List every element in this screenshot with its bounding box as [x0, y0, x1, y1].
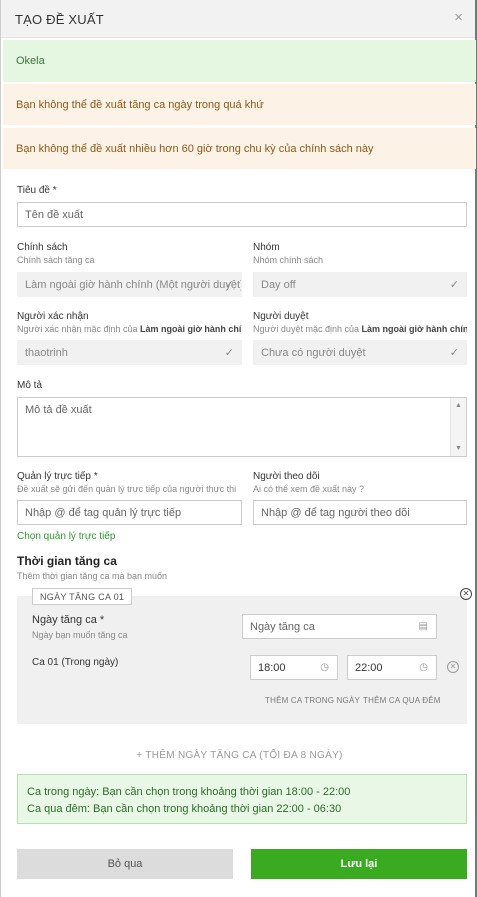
success-alert: Okela — [3, 40, 476, 82]
modal-title: TẠO ĐỀ XUẤT — [15, 12, 104, 27]
confirmer-label: Người xác nhận — [17, 311, 89, 322]
group-select[interactable]: Day off ✓ — [253, 272, 467, 297]
overtime-section-title: Thời gian tăng ca — [17, 554, 117, 568]
shift-end-value: 22:00 — [355, 662, 383, 674]
confirmer-select[interactable]: thaotrinh ✓ — [17, 340, 242, 365]
clock-icon: ◷ — [419, 662, 428, 673]
check-icon: ✓ — [224, 279, 234, 291]
title-placeholder: Tên đề xuất — [25, 209, 84, 221]
follower-input[interactable]: Nhập @ để tag người theo dõi — [253, 500, 467, 525]
title-input[interactable]: Tên đề xuất — [17, 202, 467, 227]
warning-alert-hours: Bạn không thể đề xuất nhiều hơn 60 giờ t… — [3, 128, 476, 169]
scroll-down-icon[interactable]: ▼ — [455, 445, 462, 452]
warning-alert-hours-text: Bạn không thể đề xuất nhiều hơn 60 giờ t… — [16, 142, 374, 155]
create-proposal-modal: TẠO ĐỀ XUẤT × Okela Bạn không thể đề xuấ… — [0, 0, 477, 897]
shift-start-value: 18:00 — [258, 662, 286, 674]
check-icon: ✓ — [449, 279, 459, 291]
group-sub: Nhóm chính sách — [253, 255, 324, 265]
add-in-day-shift-button[interactable]: THÊM CA TRONG NGÀY — [265, 696, 360, 705]
cancel-button[interactable]: Bỏ qua — [17, 849, 233, 879]
group-label: Nhóm — [253, 242, 280, 253]
success-alert-text: Okela — [16, 55, 45, 67]
overtime-day-tag: NGÀY TĂNG CA 01 — [32, 588, 133, 605]
description-placeholder: Mô tả đề xuất — [25, 404, 92, 416]
save-button[interactable]: Lưu lại — [251, 849, 467, 879]
info-line-overnight: Ca qua đêm: Bạn cần chọn trong khoảng th… — [27, 803, 342, 815]
warning-alert-past: Bạn không thể đề xuất tăng ca ngày trong… — [3, 84, 476, 125]
shift-start-input[interactable]: 18:00 ◷ — [250, 655, 338, 680]
scroll-up-icon[interactable]: ▲ — [455, 402, 462, 409]
check-icon: ✓ — [449, 347, 459, 359]
approver-label: Người duyệt — [253, 311, 309, 322]
confirmer-sub: Người xác nhận mặc định của Làm ngoài gi… — [17, 324, 242, 334]
remove-shift-icon[interactable]: ✕ — [447, 661, 459, 673]
manager-sub: Đề xuất sẽ gửi đến quản lý trực tiếp của… — [17, 484, 237, 494]
policy-sub: Chính sách tăng ca — [17, 255, 95, 265]
close-icon[interactable]: × — [454, 9, 463, 26]
info-line-in-day: Ca trong ngày: Bạn cần chọn trong khoảng… — [27, 786, 351, 798]
follower-sub: Ai có thể xem đề xuất này ? — [253, 484, 365, 494]
modal-header: TẠO ĐỀ XUẤT × — [1, 0, 475, 38]
description-label: Mô tả — [17, 380, 43, 391]
approver-value: Chưa có người duyệt — [261, 347, 366, 359]
follower-label: Người theo dõi — [253, 471, 320, 482]
follower-placeholder: Nhập @ để tag người theo dõi — [261, 507, 410, 519]
manager-input[interactable]: Nhập @ để tag quản lý trực tiếp — [17, 500, 242, 525]
add-overtime-day-button[interactable]: + THÊM NGÀY TĂNG CA (TỐI ĐA 8 NGÀY) — [1, 750, 477, 761]
policy-select[interactable]: Làm ngoài giờ hành chính (Một người duyệ… — [17, 272, 242, 297]
overtime-date-label: Ngày tăng ca * — [32, 614, 105, 626]
overtime-date-sub: Ngày bạn muốn tăng ca — [32, 630, 128, 640]
title-label: Tiêu đề * — [17, 185, 57, 196]
overtime-section-sub: Thêm thời gian tăng ca mà bạn muốn — [17, 571, 167, 581]
manager-label: Quản lý trực tiếp * — [17, 471, 98, 482]
shift-label: Ca 01 (Trong ngày) — [32, 657, 119, 668]
shift-end-input[interactable]: 22:00 ◷ — [347, 655, 437, 680]
textarea-scrollbar[interactable]: ▲ ▼ — [450, 398, 466, 456]
close-circle-icon[interactable]: ✕ — [460, 588, 472, 600]
check-icon: ✓ — [224, 347, 234, 359]
confirmer-value: thaotrinh — [25, 347, 68, 359]
clock-icon: ◷ — [320, 662, 329, 673]
approver-sub: Người duyệt mặc định của Làm ngoài giờ h… — [253, 324, 467, 334]
overtime-date-input[interactable]: Ngày tăng ca ▤ — [242, 614, 437, 639]
description-textarea[interactable]: Mô tả đề xuất ▲ ▼ — [17, 397, 467, 457]
approver-select[interactable]: Chưa có người duyệt ✓ — [253, 340, 467, 365]
group-value: Day off — [261, 279, 296, 291]
policy-label: Chính sách — [17, 242, 68, 253]
shift-info-box: Ca trong ngày: Bạn cần chọn trong khoảng… — [17, 774, 467, 824]
warning-alert-past-text: Bạn không thể đề xuất tăng ca ngày trong… — [16, 98, 264, 111]
overtime-date-placeholder: Ngày tăng ca — [250, 621, 315, 633]
choose-manager-link[interactable]: Chọn quản lý trực tiếp — [17, 531, 115, 542]
manager-placeholder: Nhập @ để tag quản lý trực tiếp — [25, 507, 182, 519]
calendar-icon: ▤ — [418, 621, 428, 632]
add-overnight-shift-button[interactable]: THÊM CA QUA ĐÊM — [363, 696, 441, 705]
policy-value: Làm ngoài giờ hành chính (Một người duyệ… — [25, 279, 242, 291]
